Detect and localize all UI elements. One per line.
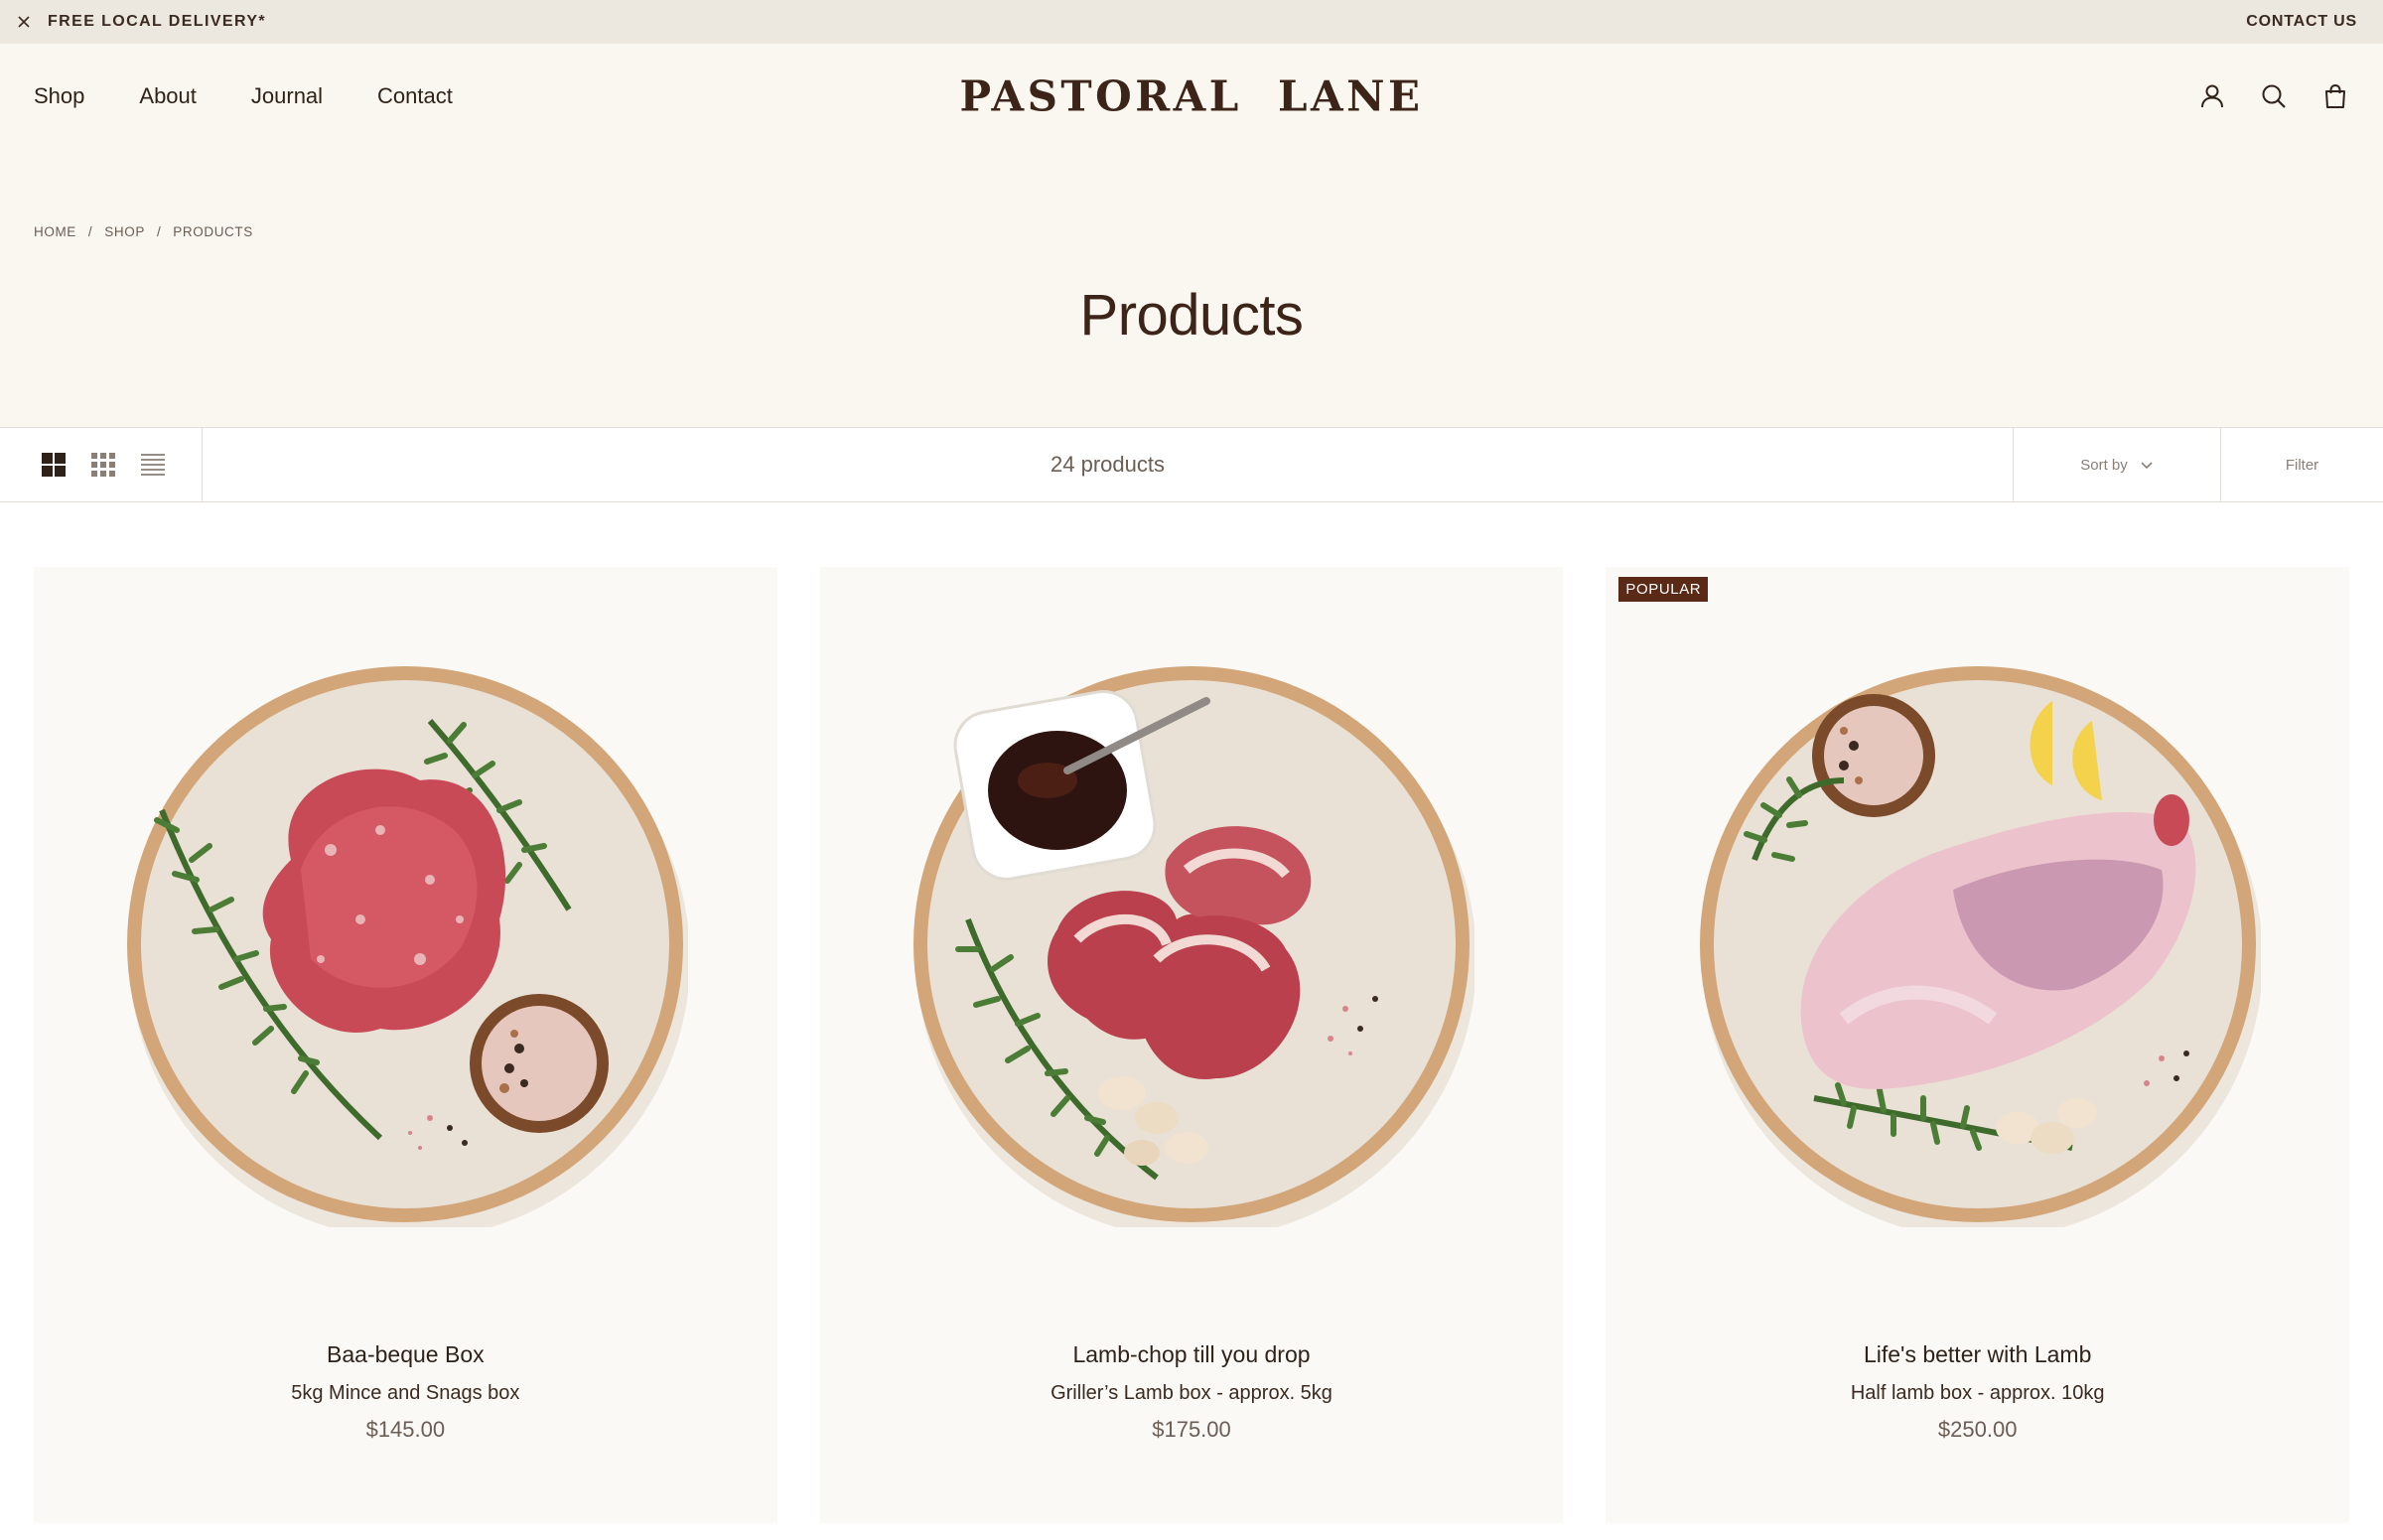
- product-subtitle: 5kg Mince and Snags box: [291, 1382, 520, 1404]
- header-hero: Shop About Journal Contact PASTORAL LANE…: [0, 44, 2383, 427]
- announcement-text: FREE LOCAL DELIVERY*: [48, 13, 267, 30]
- product-image-mince-plate: [127, 666, 689, 1227]
- nav-shop[interactable]: Shop: [34, 83, 84, 109]
- popular-badge: POPULAR: [1618, 577, 1709, 602]
- contact-us-link[interactable]: CONTACT US: [2246, 13, 2357, 31]
- collection-toolbar: 24 products Sort by Filter: [0, 427, 2383, 502]
- site-logo[interactable]: PASTORAL LANE: [959, 72, 1423, 121]
- close-icon[interactable]: [16, 14, 32, 30]
- product-count: 24 products: [1051, 452, 1165, 477]
- filter-button[interactable]: Filter: [2220, 428, 2383, 501]
- sort-dropdown[interactable]: Sort by: [2013, 428, 2220, 501]
- search-icon[interactable]: [2260, 82, 2288, 110]
- product-card[interactable]: POPULAR Life's better with Lamb Half lam…: [1606, 567, 2350, 1523]
- breadcrumb-separator: /: [156, 224, 162, 239]
- breadcrumb-products: PRODUCTS: [173, 224, 253, 239]
- header-icons: [2198, 82, 2349, 110]
- announcement-bar: FREE LOCAL DELIVERY* CONTACT US: [0, 0, 2383, 44]
- product-subtitle: Griller’s Lamb box - approx. 5kg: [1051, 1382, 1332, 1404]
- view-toggles: [0, 428, 203, 501]
- nav-journal[interactable]: Journal: [251, 83, 323, 109]
- grid-large-view-icon[interactable]: [40, 451, 68, 479]
- product-info: Life's better with Lamb Half lamb box - …: [1606, 1341, 2349, 1443]
- product-card[interactable]: Lamb-chop till you drop Griller’s Lamb b…: [819, 567, 1564, 1523]
- chevron-down-icon: [2141, 462, 2153, 470]
- breadcrumb: HOME / SHOP / PRODUCTS: [0, 224, 287, 239]
- account-icon[interactable]: [2198, 82, 2226, 110]
- product-title[interactable]: Baa-beque Box: [34, 1341, 777, 1368]
- product-price: $145.00: [365, 1417, 446, 1442]
- bag-icon[interactable]: [2321, 82, 2349, 110]
- nav-about[interactable]: About: [139, 83, 197, 109]
- site-header: Shop About Journal Contact PASTORAL LANE: [0, 44, 2383, 149]
- product-price: $250.00: [1937, 1417, 2018, 1442]
- product-info: Lamb-chop till you drop Griller’s Lamb b…: [820, 1341, 1564, 1443]
- product-price: $175.00: [1152, 1417, 1231, 1442]
- list-view-icon[interactable]: [139, 451, 167, 479]
- announcement-left: FREE LOCAL DELIVERY*: [16, 13, 266, 31]
- product-image-lamb-chops-plate: [913, 666, 1474, 1227]
- product-info: Baa-beque Box 5kg Mince and Snags box $1…: [34, 1341, 777, 1443]
- sort-label: Sort by: [2080, 456, 2128, 474]
- product-card[interactable]: Baa-beque Box 5kg Mince and Snags box $1…: [34, 567, 777, 1523]
- grid-small-view-icon[interactable]: [89, 451, 117, 479]
- breadcrumb-home[interactable]: HOME: [34, 224, 76, 239]
- nav-contact[interactable]: Contact: [377, 83, 453, 109]
- product-image-lamb-leg-plate: [1699, 666, 2261, 1227]
- breadcrumb-separator: /: [87, 224, 93, 239]
- product-title[interactable]: Life's better with Lamb: [1606, 1341, 2349, 1368]
- breadcrumb-shop[interactable]: SHOP: [104, 224, 145, 239]
- main-nav: Shop About Journal Contact: [34, 83, 453, 109]
- page-title: Products: [1079, 283, 1304, 348]
- product-grid: Baa-beque Box 5kg Mince and Snags box $1…: [0, 502, 2383, 1523]
- product-title[interactable]: Lamb-chop till you drop: [820, 1341, 1564, 1368]
- product-subtitle: Half lamb box - approx. 10kg: [1850, 1382, 2105, 1404]
